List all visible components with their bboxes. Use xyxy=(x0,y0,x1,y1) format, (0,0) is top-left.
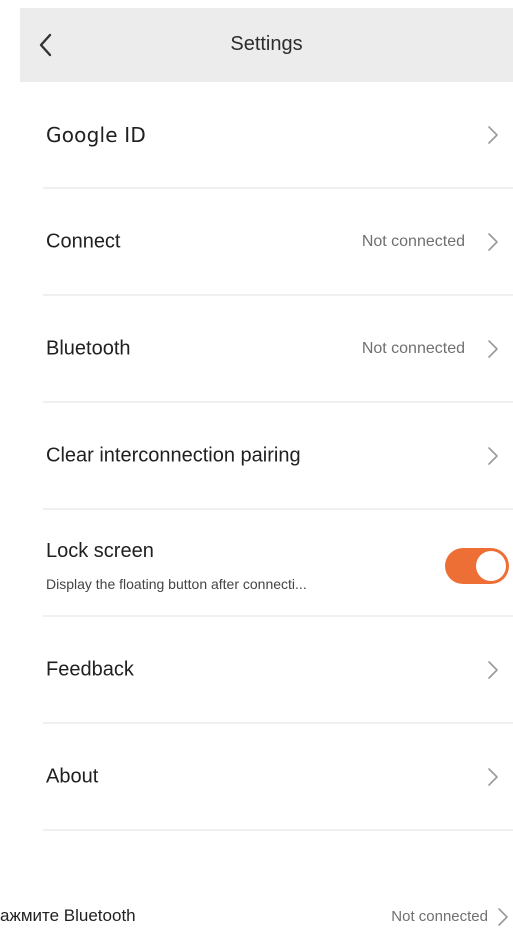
connection-status: Not connected xyxy=(361,232,465,250)
top-bar: Settings xyxy=(20,8,513,82)
settings-item-google-id[interactable]: Google ID xyxy=(43,82,513,189)
chevron-right-icon xyxy=(488,446,498,465)
settings-item-bluetooth[interactable]: Bluetooth Not connected xyxy=(43,296,513,403)
settings-item-label: Google ID xyxy=(46,122,146,147)
settings-item-label: Lock screen xyxy=(46,540,154,562)
settings-item-clear-pairing[interactable]: Clear interconnection pairing xyxy=(43,403,513,510)
settings-item-lock-screen: Lock screen Display the floating button … xyxy=(43,510,513,617)
bluetooth-status: Not connected xyxy=(361,339,465,357)
settings-item-label: Clear interconnection pairing xyxy=(46,444,301,466)
chevron-right-icon xyxy=(488,767,498,786)
chevron-right-icon xyxy=(488,660,498,679)
settings-item-label: About xyxy=(46,765,99,787)
settings-item-connect[interactable]: Connect Not connected xyxy=(43,189,513,296)
chevron-right-icon xyxy=(498,908,508,926)
footer-caption: ажмите Bluetooth xyxy=(0,906,136,925)
chevron-right-icon xyxy=(488,339,498,358)
footer-bluetooth-status: Not connected xyxy=(391,908,488,925)
settings-list: Google ID Connect Not connected Bluetoot… xyxy=(43,82,513,831)
settings-item-feedback[interactable]: Feedback xyxy=(43,617,513,724)
page-title: Settings xyxy=(230,33,303,55)
lock-screen-toggle[interactable] xyxy=(445,548,509,584)
settings-item-description: Display the floating button after connec… xyxy=(46,576,307,592)
settings-item-label: Bluetooth xyxy=(46,337,131,359)
settings-item-about[interactable]: About xyxy=(43,724,513,831)
settings-item-label: Connect xyxy=(46,230,121,252)
toggle-knob xyxy=(476,551,506,581)
chevron-right-icon xyxy=(488,125,498,144)
chevron-right-icon xyxy=(488,232,498,251)
settings-item-label: Feedback xyxy=(46,658,134,680)
